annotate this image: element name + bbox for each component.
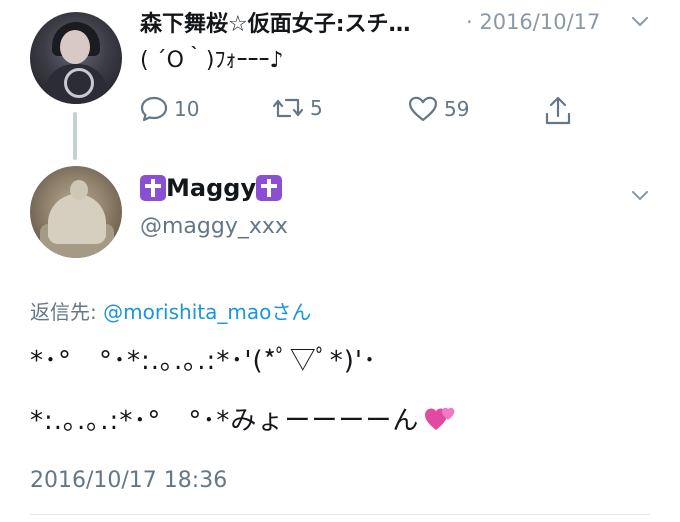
share-icon [544,96,572,126]
divider [30,514,650,515]
avatar[interactable] [30,166,122,258]
replying-to-link[interactable]: @morishita_maoさん [103,300,311,324]
retweet-button[interactable]: 5 [272,96,323,120]
reply-text-line-2-text: *:.｡.｡.:*･° °･*みょーーーーん [30,406,420,436]
like-button[interactable]: 59 [408,96,469,122]
replying-to: 返信先: @morishita_maoさん [30,296,311,325]
reply-text-line-1: *･° °･*:.｡.｡.:*･'(*ﾟ▽ﾟ*)'･ [30,346,378,376]
retweet-count: 5 [310,96,323,120]
reply-button[interactable]: 10 [140,96,199,122]
chevron-down-icon[interactable] [632,17,648,27]
parent-tweet-text: ( ´O｀)ﾌｫｰｰｰ♪ [140,48,284,73]
latin-cross-emoji-icon [256,175,283,201]
reply-author-name[interactable]: Maggy [140,174,283,202]
reply-icon [140,96,168,122]
reply-text-line-2: *:.｡.｡.:*･° °･*みょーーーーん [30,400,459,441]
parent-author-name[interactable]: 森下舞桜☆仮面女子:スチ… [140,6,460,38]
share-button[interactable] [544,96,572,126]
thread-connector-line [73,112,77,160]
chevron-down-icon[interactable] [632,191,648,201]
heart-icon [408,96,438,122]
parent-tweet-date[interactable]: · 2016/10/17 [466,10,600,34]
like-count: 59 [444,97,470,121]
reply-author-handle[interactable]: @maggy_xxx [140,214,288,239]
display-name: Maggy [166,174,257,202]
replying-to-label: 返信先: [30,300,104,324]
retweet-icon [272,96,304,120]
two-hearts-emoji-icon [423,402,459,441]
reply-count: 10 [174,97,200,121]
reply-timestamp[interactable]: 2016/10/17 18:36 [30,468,227,493]
avatar[interactable] [30,12,122,104]
latin-cross-emoji-icon [140,175,166,201]
